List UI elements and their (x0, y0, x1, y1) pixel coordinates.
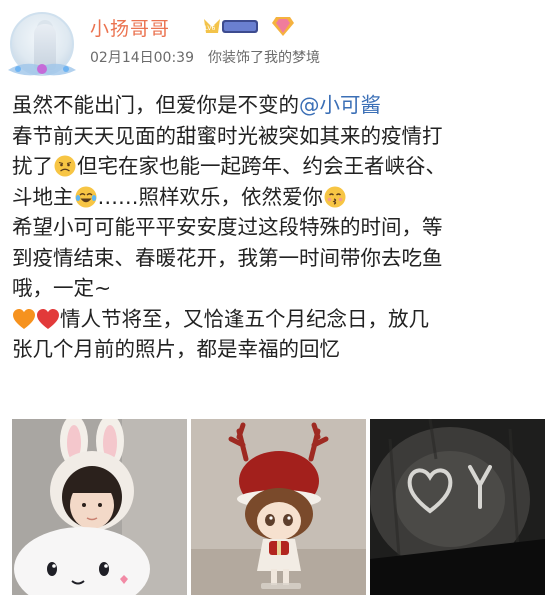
post-text: 虽然不能出门，但爱你是不变的 (12, 93, 299, 117)
tears-of-joy-icon (75, 186, 96, 207)
avatar-frame-decoration (8, 63, 76, 76)
post-text: 扰了 (12, 154, 53, 178)
user-mention-link[interactable]: @小可酱 (299, 93, 381, 117)
post-line-8: 情人节将至，又恰逢五个月纪念日，放几 (12, 304, 546, 335)
post-meta: 02月14日00:39 你装饰了我的梦境 (90, 47, 334, 67)
kissing-face-icon (324, 186, 346, 207)
post-line-5: 希望小可可能平平安安度过这段特殊的时间，等 (12, 215, 443, 239)
vip-level-text: LV6 (205, 25, 216, 32)
member-diamond-icon[interactable] (270, 13, 296, 39)
weibo-post: 小扬哥哥 LV6 02月14日00:39 你装饰了我的梦境 虽然不能出门，但爱你是… (0, 0, 554, 605)
red-heart-icon (37, 308, 59, 329)
post-timestamp[interactable]: 02月14日00:39 (90, 50, 194, 66)
orange-heart-icon (13, 308, 35, 329)
post-text: ……照样欢乐，依然爱你 (97, 184, 324, 209)
post-text: 情人节将至，又恰逢五个月纪念日，放几 (60, 306, 429, 331)
post-line-2: 春节前天天见面的甜蜜时光被突如其来的疫情打 (12, 123, 443, 148)
username[interactable]: 小扬哥哥 (90, 14, 170, 41)
post-line-4: 斗地主 ……照样欢乐，依然爱你 (12, 182, 546, 213)
photo-thumbnail-1[interactable] (12, 419, 187, 595)
post-line-3: 扰了 但宅在家也能一起跨年、约会王者峡谷、 (12, 151, 546, 182)
girl-with-rabbit-plush-image (12, 419, 187, 595)
post-line-1: 虽然不能出门，但爱你是不变的@小可酱 (12, 90, 546, 121)
post-line-6: 到疫情结束、春暖花开，我第一时间带你去吃鱼 (12, 245, 443, 270)
reindeer-figurine-image (191, 419, 366, 595)
heart-on-foggy-window-image (370, 419, 545, 595)
post-content: 虽然不能出门，但爱你是不变的@小可酱 春节前天天见面的甜蜜时光被突如其来的疫情打… (12, 90, 546, 365)
vip-level-badge-icon[interactable]: LV6 (202, 15, 260, 37)
post-line-9: 张几个月前的照片，都是幸福的回忆 (12, 337, 340, 361)
post-source[interactable]: 你装饰了我的梦境 (208, 50, 320, 66)
sad-face-icon (54, 155, 76, 177)
photo-thumbnail-3[interactable] (370, 419, 545, 595)
photo-grid (12, 419, 545, 595)
post-line-7: 哦，一定~ (12, 276, 112, 300)
post-text: 斗地主 (12, 184, 74, 209)
photo-thumbnail-2[interactable] (191, 419, 366, 595)
post-text: 但宅在家也能一起跨年、约会王者峡谷、 (77, 154, 446, 178)
